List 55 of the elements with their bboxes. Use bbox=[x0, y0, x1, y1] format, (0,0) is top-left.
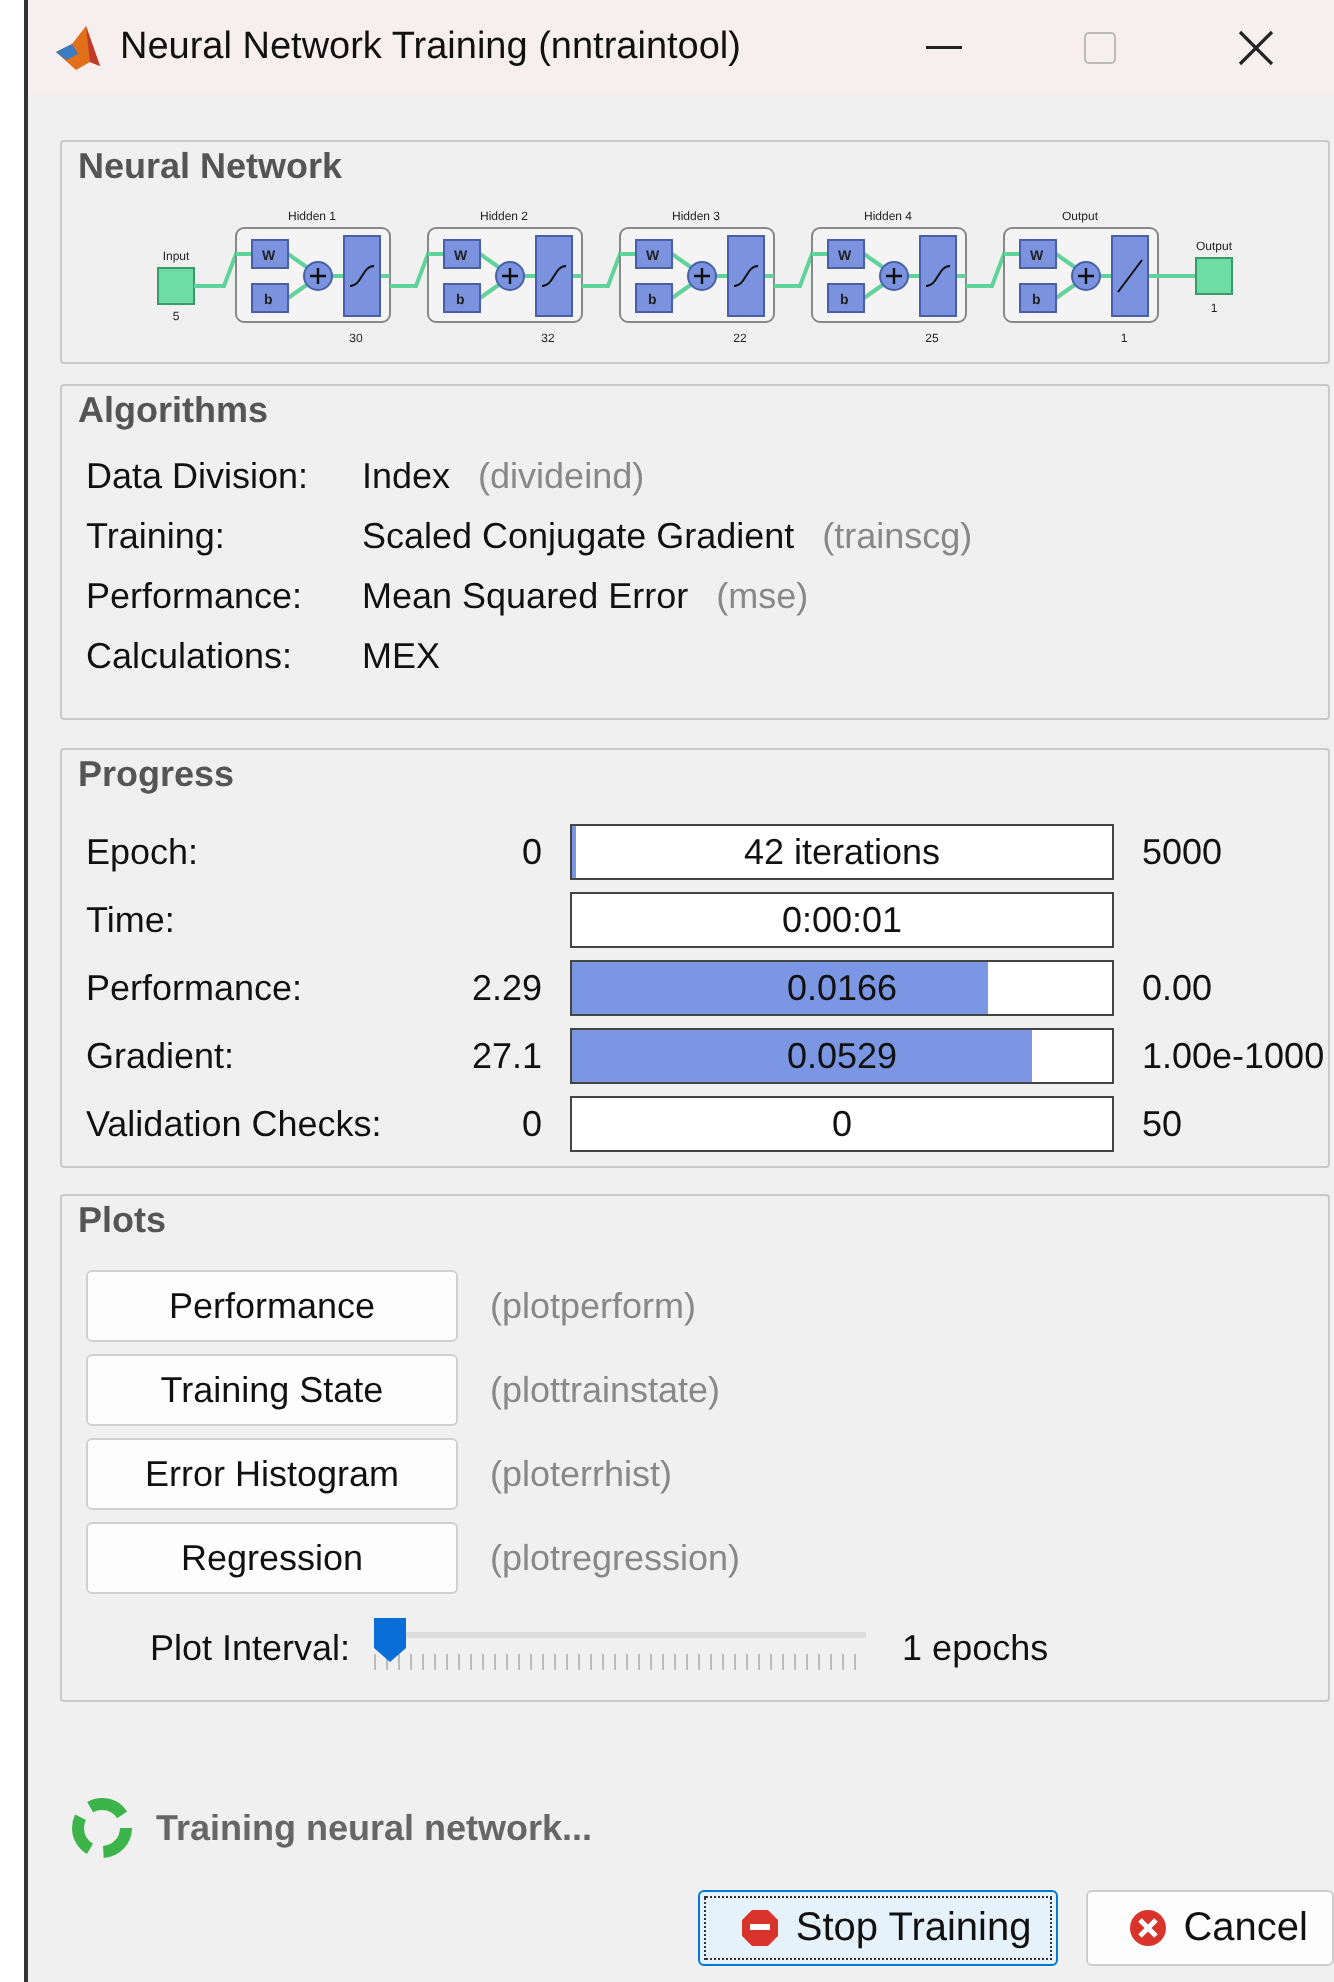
slider-thumb[interactable] bbox=[374, 1618, 407, 1662]
end-value: 5000 bbox=[1142, 831, 1223, 873]
slider-reading: 1 epochs bbox=[902, 1627, 1049, 1669]
function-name: (plotperform) bbox=[490, 1285, 697, 1327]
recycle-icon bbox=[72, 1798, 132, 1858]
field-label: Data Division: bbox=[86, 456, 311, 498]
panel-title: Progress bbox=[76, 752, 237, 796]
field-value: Scaled Conjugate Gradient bbox=[362, 516, 795, 558]
close-icon[interactable] bbox=[1238, 29, 1274, 65]
field-label: Performance: bbox=[86, 576, 305, 618]
plot-button[interactable]: Performance bbox=[86, 1270, 458, 1342]
progress-bar: 0.0166 bbox=[570, 960, 1114, 1016]
stop-icon bbox=[739, 1908, 780, 1948]
start-value: 2.29 bbox=[471, 967, 542, 1007]
field-label: Calculations: bbox=[86, 636, 295, 678]
field-label: Epoch: bbox=[86, 831, 201, 873]
function-name: (mse) bbox=[716, 576, 809, 618]
field-value: Mean Squared Error bbox=[362, 576, 689, 618]
panel-title: Algorithms bbox=[76, 388, 271, 432]
plot-button[interactable]: Error Histogram bbox=[86, 1438, 458, 1510]
cancel-button[interactable]: Cancel bbox=[1085, 1890, 1334, 1966]
end-value: 0.00 bbox=[1142, 967, 1213, 1009]
plot-button[interactable]: Regression bbox=[86, 1522, 458, 1594]
plot-button[interactable]: Training State bbox=[86, 1354, 458, 1426]
function-name: (ploterrhist) bbox=[490, 1453, 673, 1495]
end-value: 1.00e-1000 bbox=[1142, 1035, 1325, 1077]
field-value: Index bbox=[362, 456, 451, 498]
function-name: (divideind) bbox=[478, 456, 645, 498]
start-value: 27.1 bbox=[471, 1035, 542, 1075]
progress-bar: 0.0529 bbox=[570, 1028, 1114, 1084]
end-value: 50 bbox=[1142, 1103, 1183, 1145]
minimize-icon[interactable] bbox=[926, 45, 962, 49]
window-title: Neural Network Training (nntraintool) bbox=[120, 25, 743, 69]
panel-title: Plots bbox=[76, 1198, 169, 1242]
slider-label: Plot Interval: bbox=[150, 1627, 351, 1669]
stop-button[interactable]: Stop Training bbox=[697, 1890, 1058, 1966]
field-label: Validation Checks: bbox=[86, 1103, 384, 1145]
progress-bar: 0:00:01 bbox=[570, 892, 1114, 948]
maximize-icon bbox=[1084, 31, 1116, 63]
field-label: Gradient: bbox=[86, 1035, 237, 1077]
function-name: (trainscg) bbox=[822, 516, 973, 558]
field-label: Performance: bbox=[86, 967, 305, 1009]
progress-bar: 0 bbox=[570, 1096, 1114, 1152]
panel-title: Neural Network bbox=[76, 144, 345, 188]
start-value: 0 bbox=[521, 1103, 542, 1143]
field-label: Training: bbox=[86, 516, 227, 558]
progress-bar: 42 iterations bbox=[570, 824, 1114, 880]
function-name: (plottrainstate) bbox=[490, 1369, 721, 1411]
cancel-icon bbox=[1127, 1908, 1168, 1948]
app-logo-icon bbox=[52, 21, 104, 73]
field-value: MEX bbox=[362, 636, 441, 678]
function-name: (plotregression) bbox=[490, 1537, 741, 1579]
field-label: Time: bbox=[86, 899, 177, 941]
status-text: Training neural network... bbox=[156, 1807, 593, 1849]
start-value: 0 bbox=[521, 831, 542, 871]
